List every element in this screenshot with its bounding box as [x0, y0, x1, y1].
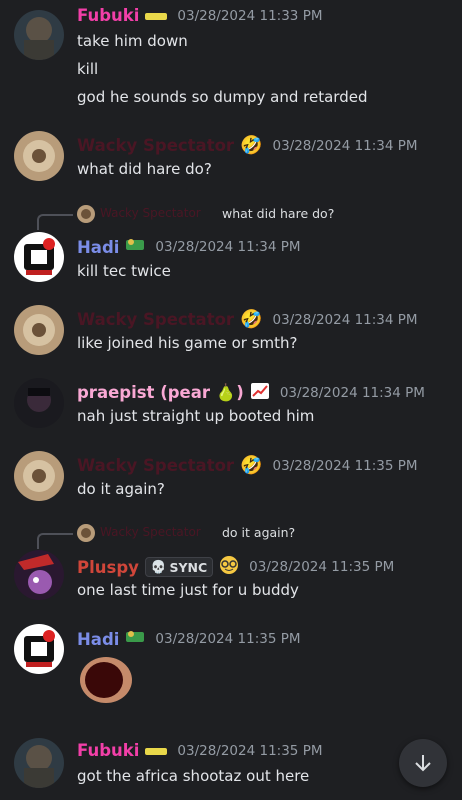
rofl-emoji: 🤣	[240, 455, 263, 476]
message-text: one last time just for u buddy	[77, 581, 299, 599]
username[interactable]: Pluspy	[77, 558, 139, 577]
avatar[interactable]	[14, 550, 64, 600]
scroll-to-bottom-button[interactable]	[399, 739, 447, 787]
timestamp: 03/28/2024 11:33 PM	[177, 7, 323, 24]
username[interactable]: Wacky Spectator	[77, 456, 234, 475]
timestamp: 03/28/2024 11:35 PM	[272, 457, 418, 474]
username[interactable]: Fubuki	[77, 6, 139, 25]
nerd-face-icon	[219, 555, 239, 579]
guild-tag-icon	[145, 6, 168, 25]
clan-tag[interactable]: 💀 SYNC	[144, 557, 214, 577]
skull-icon: 💀	[150, 559, 167, 574]
username[interactable]: Wacky Spectator	[77, 136, 234, 155]
username[interactable]: Wacky Spectator	[77, 310, 234, 329]
role-icon	[125, 236, 145, 258]
message-text: kill	[77, 60, 99, 78]
message-text: nah just straight up booted him	[77, 407, 315, 425]
rofl-emoji: 🤣	[240, 135, 263, 156]
timestamp: 03/28/2024 11:35 PM	[155, 631, 301, 647]
reply-spine	[37, 533, 73, 549]
message-text: what did hare do?	[77, 160, 212, 178]
avatar[interactable]	[14, 624, 64, 674]
rofl-emoji: 🤣	[240, 309, 263, 330]
reply-preview[interactable]: Wacky Spectator what did hare do?	[0, 202, 462, 230]
reply-username[interactable]: Wacky Spectator	[100, 206, 201, 220]
reply-avatar	[77, 205, 95, 223]
message-text: take him down	[77, 32, 188, 50]
clan-tag-label: SYNC	[169, 559, 208, 575]
message-text: do it again?	[77, 480, 165, 498]
timestamp: 03/28/2024 11:35 PM	[177, 742, 323, 759]
timestamp: 03/28/2024 11:34 PM	[272, 311, 418, 328]
timestamp: 03/28/2024 11:34 PM	[272, 137, 418, 154]
reply-username[interactable]: Wacky Spectator	[100, 525, 201, 539]
username[interactable]: Hadi	[77, 238, 119, 257]
guild-tag-icon	[145, 741, 168, 760]
avatar[interactable]	[14, 378, 64, 428]
message-text: kill tec twice	[77, 262, 171, 280]
arrow-down-icon	[415, 755, 431, 772]
attached-image[interactable]	[77, 655, 135, 705]
timestamp: 03/28/2024 11:35 PM	[249, 559, 395, 575]
avatar[interactable]	[14, 131, 64, 181]
reply-preview[interactable]: Wacky Spectator do it again?	[0, 521, 462, 549]
username[interactable]: Hadi	[77, 630, 119, 649]
avatar[interactable]	[14, 738, 64, 788]
avatar[interactable]	[14, 451, 64, 501]
avatar[interactable]	[14, 232, 64, 282]
avatar[interactable]	[14, 10, 64, 60]
username[interactable]: Fubuki	[77, 741, 139, 760]
timestamp: 03/28/2024 11:34 PM	[155, 239, 301, 255]
message-text: god he sounds so dumpy and retarded	[77, 88, 368, 106]
message-text: like joined his game or smth?	[77, 334, 298, 352]
chart-increasing-icon	[250, 382, 270, 404]
role-icon	[125, 628, 145, 650]
reply-spine	[37, 214, 73, 230]
avatar[interactable]	[14, 305, 64, 355]
reply-text: do it again?	[222, 525, 296, 540]
username[interactable]: praepist (pear 🍐)	[77, 383, 244, 403]
reply-text: what did hare do?	[222, 206, 335, 221]
message-text: got the africa shootaz out here	[77, 767, 310, 785]
reply-avatar	[77, 524, 95, 542]
timestamp: 03/28/2024 11:34 PM	[279, 385, 425, 401]
